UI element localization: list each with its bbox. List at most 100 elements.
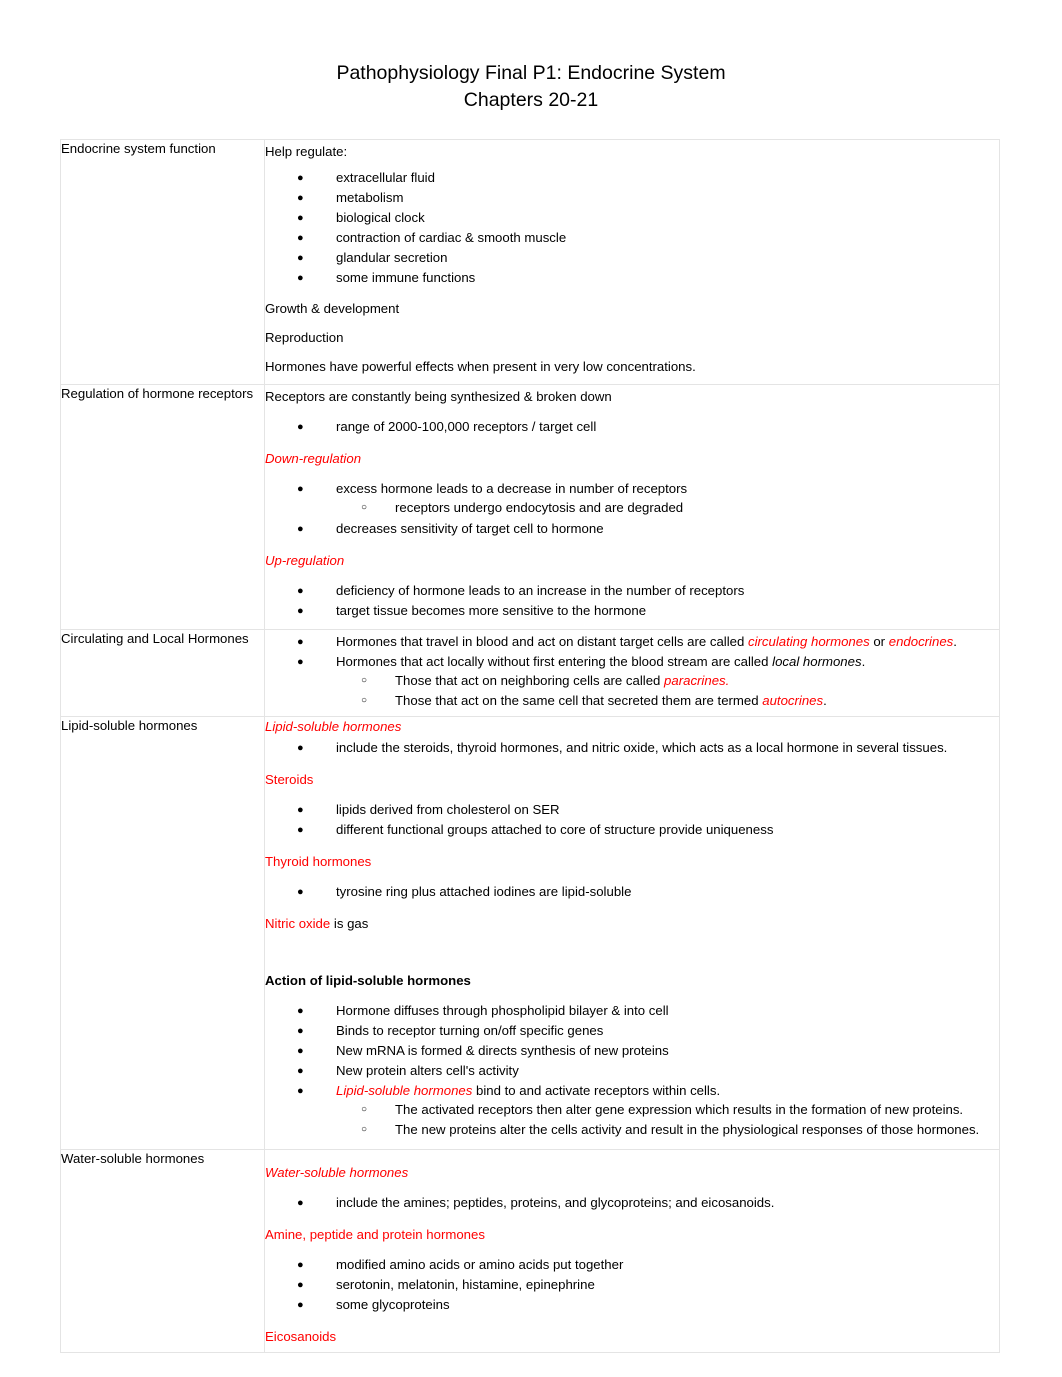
list-item: ● modified amino acids or amino acids put… <box>265 1255 999 1275</box>
list-item: ● decreases sensitivity of target cell to… <box>265 519 999 539</box>
bullet-list: ● range of 2000-100,000 receptors / targe… <box>265 417 999 437</box>
list-item: ● some glycoproteins <box>265 1295 999 1315</box>
text-run: is gas <box>330 916 369 931</box>
list-item: ● range of 2000-100,000 receptors / targe… <box>265 417 999 437</box>
subheading: Thyroid hormones <box>265 854 372 869</box>
subheading: Water-soluble hormones <box>265 1165 409 1180</box>
bullet-glyph: ● <box>297 636 304 648</box>
text-run: . <box>823 693 827 708</box>
subheading: Down-regulation <box>265 451 362 466</box>
text-run-emphasis: Lipid-soluble hormones <box>336 1083 473 1098</box>
list-item-text: contraction of cardiac & smooth muscle <box>336 230 567 245</box>
list-item: ○ receptors undergo endocytosis and are d… <box>330 498 999 518</box>
sub-bullet-glyph: ○ <box>361 675 368 686</box>
sub-bullet-list: ○ The activated receptors then alter gene… <box>336 1100 999 1140</box>
bullet-list: ● include the steroids, thyroid hormones,… <box>265 738 999 758</box>
body-cell: Lipid-soluble hormones ● include the ster… <box>264 716 1000 1150</box>
subheading: Lipid-soluble hormones <box>265 719 402 734</box>
list-item-text: include the amines; peptides, proteins, … <box>336 1195 775 1210</box>
list-item-text: decreases sensitivity of target cell to … <box>336 521 604 536</box>
sub-bullet-glyph: ○ <box>361 695 368 706</box>
body-cell: Water-soluble hormones ● include the amin… <box>264 1149 1000 1353</box>
list-item: ● excess hormone leads to a decrease in n… <box>265 479 999 519</box>
list-item-text: extracellular fluid <box>336 170 435 185</box>
subheading: Steroids <box>265 772 314 787</box>
text-run: Hormones that travel in blood and act on… <box>336 634 748 649</box>
list-item-text: modified amino acids or amino acids put … <box>336 1257 624 1272</box>
list-item: ● different functional groups attached to… <box>265 820 999 840</box>
paragraph: Hormones have powerful effects when pres… <box>265 359 696 374</box>
list-item: ● include the amines; peptides, proteins,… <box>265 1193 999 1213</box>
list-item: ● Hormones that act locally without first… <box>265 652 999 712</box>
bullet-list: ● excess hormone leads to a decrease in n… <box>265 479 999 539</box>
list-item: ● extracellular fluid <box>265 168 999 188</box>
list-item: ● Binds to receptor turning on/off specif… <box>265 1021 999 1041</box>
list-item-text: Those that act on the same cell that sec… <box>395 693 827 708</box>
list-item-text: Lipid-soluble hormones bind to and activ… <box>336 1083 720 1098</box>
paragraph: Reproduction <box>265 330 344 345</box>
list-item-text: include the steroids, thyroid hormones, … <box>336 740 948 755</box>
list-item-text: Hormones that act locally without first … <box>336 654 865 669</box>
subheading: Up-regulation <box>265 553 345 568</box>
bullet-list: ● lipids derived from cholesterol on SER … <box>265 800 999 840</box>
term-cell: Water-soluble hormones <box>60 1149 265 1353</box>
list-item-text: target tissue becomes more sensitive to … <box>336 603 647 618</box>
text-run: bind to and activate receptors within ce… <box>472 1083 721 1098</box>
text-run-emphasis: autocrines <box>762 693 824 708</box>
list-item-text: Hormone diffuses through phospholipid bi… <box>336 1003 669 1018</box>
body-cell: Receptors are constantly being synthesiz… <box>264 384 1000 630</box>
bullet-glyph: ● <box>297 192 304 204</box>
text-run-emphasis: paracrines. <box>664 673 730 688</box>
list-item-text: The activated receptors then alter gene … <box>395 1102 964 1117</box>
bullet-glyph: ● <box>297 483 304 495</box>
bullet-glyph: ● <box>297 1085 304 1097</box>
list-item-text: excess hormone leads to a decrease in nu… <box>336 481 688 496</box>
bullet-glyph: ● <box>297 656 304 668</box>
bullet-glyph: ● <box>297 1279 304 1291</box>
list-item-text: metabolism <box>336 190 404 205</box>
list-item: ○ The activated receptors then alter gene… <box>330 1100 999 1120</box>
text-run: Those that act on neighboring cells are … <box>395 673 665 688</box>
text-run-emphasis: circulating hormones <box>747 634 870 649</box>
list-item-text: glandular secretion <box>336 250 448 265</box>
bullet-glyph: ● <box>297 824 304 836</box>
text-run: . <box>953 634 957 649</box>
list-item: ● some immune functions <box>265 268 999 288</box>
list-item-text: different functional groups attached to … <box>336 822 774 837</box>
table-row: Circulating and Local Hormones ● Hormones… <box>60 629 1000 717</box>
subheading: Eicosanoids <box>265 1329 337 1344</box>
list-item-text: The new proteins alter the cells activit… <box>395 1122 980 1137</box>
list-item-text: Hormones that travel in blood and act on… <box>336 634 957 649</box>
term-cell: Regulation of hormone receptors <box>60 384 265 630</box>
list-item: ● Hormones that travel in blood and act o… <box>265 632 999 652</box>
paragraph: Receptors are constantly being synthesiz… <box>265 389 612 404</box>
bullet-glyph: ● <box>297 232 304 244</box>
term-label: Circulating and Local Hormones <box>61 631 249 646</box>
text-run-emphasis: endocrines <box>888 634 954 649</box>
list-item: ● tyrosine ring plus attached iodines are… <box>265 882 999 902</box>
list-item: ● New mRNA is formed & directs synthesis … <box>265 1041 999 1061</box>
title-line-2: Chapters 20-21 <box>463 89 599 111</box>
sub-bullet-list: ○ Those that act on neighboring cells are… <box>336 671 999 711</box>
list-item-text: some glycoproteins <box>336 1297 450 1312</box>
list-item: ● target tissue becomes more sensitive to… <box>265 601 999 621</box>
bullet-glyph: ● <box>297 1005 304 1017</box>
list-item-text: receptors undergo endocytosis and are de… <box>395 500 684 515</box>
term-cell: Endocrine system function <box>60 139 265 385</box>
vertical-spacer <box>265 936 999 950</box>
bullet-glyph: ● <box>297 172 304 184</box>
bullet-list: ● Hormone diffuses through phospholipid b… <box>265 1001 999 1141</box>
bullet-glyph: ● <box>297 804 304 816</box>
list-item: ● New protein alters cell's activity <box>265 1061 999 1081</box>
list-item: ○ The new proteins alter the cells activi… <box>330 1120 999 1140</box>
bullet-glyph: ● <box>297 1197 304 1209</box>
body-cell: ● Hormones that travel in blood and act o… <box>264 629 1000 717</box>
bullet-glyph: ● <box>297 886 304 898</box>
bullet-glyph: ● <box>297 212 304 224</box>
bullet-list: ● tyrosine ring plus attached iodines are… <box>265 882 999 902</box>
bullet-glyph: ● <box>297 1025 304 1037</box>
text-run-emphasis: Nitric oxide <box>265 916 331 931</box>
bullet-glyph: ● <box>297 252 304 264</box>
bullet-glyph: ● <box>297 1045 304 1057</box>
sub-bullet-glyph: ○ <box>361 502 368 513</box>
